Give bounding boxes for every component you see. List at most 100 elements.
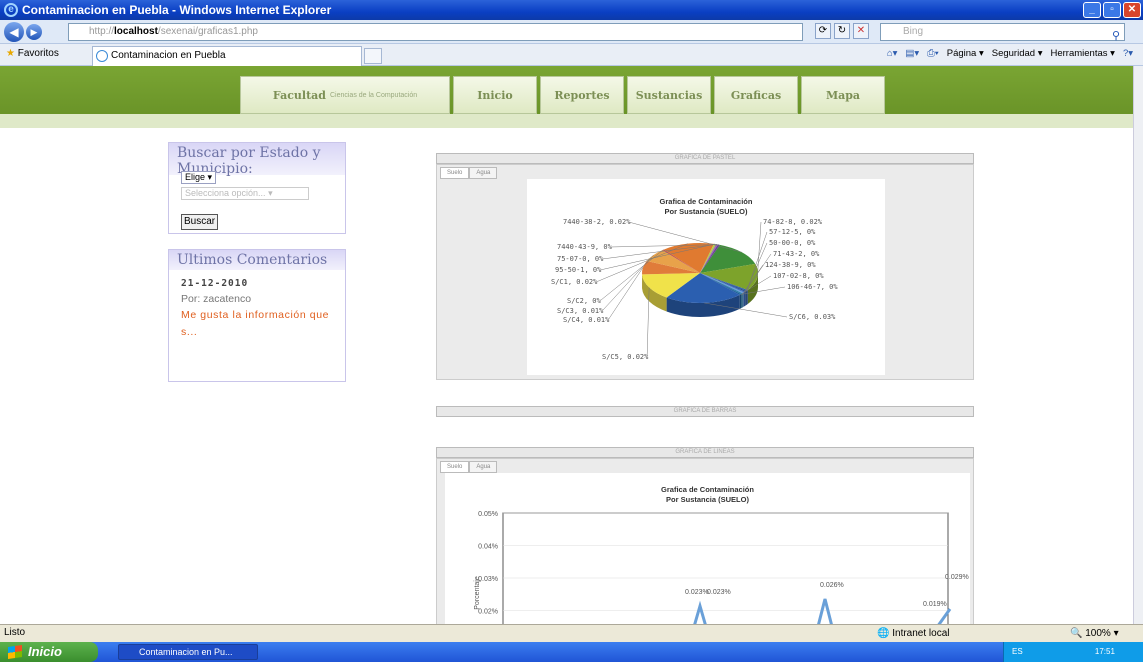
favorites-button[interactable]: ★ Favoritos <box>6 48 59 59</box>
ie-logo-icon: e <box>4 3 18 17</box>
nav-reportes[interactable]: Reportes <box>540 76 624 114</box>
site-nav: Facultad Ciencias de la Computación Inici… <box>240 76 885 114</box>
browser-tab[interactable]: Contaminacion en Puebla <box>92 46 362 66</box>
comments-box: Ultimos Comentarios 21-12-2010 Por: zaca… <box>168 249 346 382</box>
pie-slice-side <box>741 293 743 309</box>
search-placeholder: Bing <box>903 26 924 37</box>
pie-slice-side <box>739 294 742 309</box>
line-y-tick: 0.02% <box>478 609 498 616</box>
tab-agua-lines[interactable]: Agua <box>469 461 498 473</box>
comment-text[interactable]: Me gusta la información que s... <box>181 307 333 341</box>
taskbar: Inicio Contaminacion en Pu... ES 17:51 <box>0 642 1143 662</box>
line-y-tick: 0.03% <box>478 576 498 583</box>
search-input[interactable]: Bing ⚲ <box>880 23 1125 44</box>
header-subbar <box>0 114 1133 128</box>
refresh-compat-icon[interactable]: ⟳ <box>815 23 831 39</box>
browser-tab-label: Contaminacion en Puebla <box>111 50 226 61</box>
tab-page-icon <box>96 50 108 62</box>
status-bar: Listo 🌐 Intranet local 🔍 100% ▾ <box>0 624 1143 642</box>
pie-label: S/C2, 0% <box>567 297 602 305</box>
back-button[interactable]: ◀ <box>4 22 24 42</box>
tab-suelo[interactable]: Suelo <box>440 167 470 179</box>
pie-label: 107-02-8, 0% <box>773 272 824 280</box>
address-bar[interactable]: http://localhost/sexenai/graficas1.php <box>68 23 803 41</box>
favorites-label: Favoritos <box>17 48 59 59</box>
pie-label: S/C5, 0.02% <box>602 353 649 361</box>
window-title: Contaminacion en Puebla - Windows Intern… <box>22 3 332 17</box>
pie-label: 106-46-7, 0% <box>787 283 838 291</box>
nav-inicio[interactable]: Inicio <box>453 76 537 114</box>
minimize-button[interactable]: _ <box>1083 2 1101 18</box>
stop-icon[interactable]: ✕ <box>853 23 869 39</box>
windows-flag-icon <box>8 645 22 659</box>
pie-label: S/C3, 0.01% <box>557 307 604 315</box>
buscar-button[interactable]: Buscar <box>181 214 219 230</box>
pie-label: 95-50-1, 0% <box>555 266 602 274</box>
web-page: Facultad Ciencias de la Computación Inici… <box>0 66 1133 624</box>
pie-chart: Grafica de Contaminación Por Sustancia (… <box>527 179 885 375</box>
pie-label: S/C1, 0.02% <box>551 278 598 286</box>
line-panel: Suelo Agua Grafica de Contaminación Por … <box>436 458 974 624</box>
nav-mapa[interactable]: Mapa <box>801 76 885 114</box>
pie-label: 75-07-0, 0% <box>557 255 604 263</box>
pie-label: S/C4, 0.01% <box>563 316 610 324</box>
security-menu[interactable]: Seguridad ▾ <box>992 48 1043 59</box>
tools-menu[interactable]: Herramientas ▾ <box>1050 48 1114 59</box>
pie-label: 7440-38-2, 0.02% <box>563 218 631 226</box>
line-data-label: 0.026% <box>820 582 844 589</box>
new-tab-button[interactable] <box>364 48 382 64</box>
vertical-scrollbar[interactable] <box>1133 66 1143 624</box>
address-row: ◀ ▶ http://localhost/sexenai/graficas1.p… <box>0 20 1143 44</box>
pie-label: 50-00-0, 0% <box>769 239 816 247</box>
line-data-label: 0.029% <box>945 574 969 581</box>
pie-slice-side <box>745 290 747 306</box>
print-icon[interactable]: ⎙▾ <box>927 48 939 59</box>
tab-suelo-lines[interactable]: Suelo <box>440 461 470 473</box>
security-zone[interactable]: 🌐 Intranet local <box>877 626 950 642</box>
pie-slice-side <box>742 292 744 308</box>
nav-sustancias[interactable]: Sustancias <box>627 76 711 114</box>
window-titlebar: e Contaminacion en Puebla - Windows Inte… <box>0 0 1143 20</box>
line-panel-header: GRAFICA DE LINEAS <box>436 447 974 458</box>
search-icon[interactable]: ⚲ <box>1112 28 1120 44</box>
taskbar-ie-item[interactable]: Contaminacion en Pu... <box>118 644 258 660</box>
forward-button[interactable]: ▶ <box>26 24 42 40</box>
tab-agua[interactable]: Agua <box>469 167 498 179</box>
comment-date: 21-12-2010 <box>181 278 249 289</box>
pie-label: 57-12-5, 0% <box>769 228 816 236</box>
site-header: Facultad Ciencias de la Computación Inici… <box>0 66 1133 114</box>
address-path: /sexenai/graficas1.php <box>157 26 258 37</box>
page-menu[interactable]: Página ▾ <box>947 48 984 59</box>
municipio-select[interactable]: Selecciona opción... ▾ <box>181 187 309 200</box>
close-window-button[interactable]: ✕ <box>1123 2 1141 18</box>
system-tray: ES 17:51 <box>1003 642 1143 662</box>
bar-panel-header: GRAFICA DE BARRAS <box>436 406 974 417</box>
state-select[interactable]: Elige ▾ <box>181 171 217 184</box>
language-indicator[interactable]: ES <box>1012 647 1023 656</box>
pie-slice-side <box>746 290 748 305</box>
home-icon[interactable]: ⌂▾ <box>887 48 898 59</box>
line-chart: Grafica de Contaminación Por Sustancia (… <box>445 473 970 624</box>
pie-label: 124-38-9, 0% <box>765 261 816 269</box>
line-y-label: Porcentaje <box>474 576 481 610</box>
clock: 17:51 <box>1094 647 1115 656</box>
refresh-icon[interactable]: ↻ <box>834 23 850 39</box>
line-data-label: 0.023% <box>685 589 709 596</box>
line-data-label: 0.023% <box>707 589 731 596</box>
help-icon[interactable]: ?▾ <box>1123 48 1133 59</box>
nav-graficas[interactable]: Graficas <box>714 76 798 114</box>
pie-label: S/C6, 0.03% <box>789 313 836 321</box>
line-data-label: 0.019% <box>923 601 947 608</box>
comment-author: Por: zacatenco <box>181 293 252 305</box>
pie-panel: Suelo Agua Grafica de Contaminación Por … <box>436 164 974 380</box>
search-by-state-box: Buscar por Estado y Municipio: Elige ▾ S… <box>168 142 346 234</box>
feeds-icon[interactable]: ▤▾ <box>905 48 919 59</box>
nav-facultad[interactable]: Facultad Ciencias de la Computación <box>240 76 450 114</box>
line-plot-area <box>502 512 949 624</box>
pie-label: 71-43-2, 0% <box>773 250 820 258</box>
comments-title: Ultimos Comentarios <box>169 250 345 270</box>
zoom-level[interactable]: 🔍 100% ▾ <box>1070 626 1119 642</box>
maximize-button[interactable]: ▫ <box>1103 2 1121 18</box>
start-button[interactable]: Inicio <box>0 642 98 662</box>
pie-leader-line <box>607 267 644 321</box>
